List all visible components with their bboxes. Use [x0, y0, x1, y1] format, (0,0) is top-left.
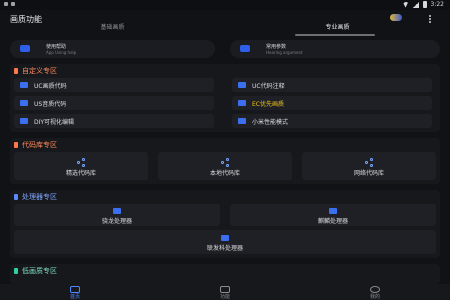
- status-bar: 3:22: [0, 0, 450, 10]
- card-local-library[interactable]: 本地代码库: [158, 152, 292, 180]
- option-label: 小米性能模式: [252, 119, 289, 126]
- option-ec-priority-quality[interactable]: EC优先画质: [232, 96, 432, 110]
- card-label: 骁龙处理器: [101, 218, 132, 225]
- help-button[interactable]: 使用帮助 App Using help: [10, 40, 215, 58]
- option-label: UC代码注释: [252, 83, 285, 90]
- home-icon: [70, 286, 80, 293]
- option-label: EC优先画质: [252, 101, 284, 108]
- tab-bar: 基础画质 专业画质: [0, 23, 450, 36]
- code-icon: [20, 82, 28, 88]
- help-subtitle: App Using help: [46, 50, 77, 55]
- section-marker: [14, 142, 18, 148]
- wifi-icon: [402, 1, 409, 8]
- option-uc-code-notes[interactable]: UC代码注释: [232, 78, 432, 92]
- section-title-text: 自定义专区: [22, 67, 57, 75]
- code-icon: [238, 100, 246, 106]
- notification-icons: [4, 2, 15, 6]
- section-title-text: 代码库专区: [22, 141, 57, 149]
- nav-home[interactable]: 首页: [45, 284, 105, 300]
- section-marker: [14, 68, 18, 74]
- section-marker: [14, 194, 18, 200]
- card-label: 联发科处理器: [206, 245, 243, 252]
- code-icon: [238, 118, 246, 124]
- section-code-library: 代码库专区 精选代码库 本地代码库 网络代码库: [10, 138, 440, 184]
- section-marker: [14, 268, 18, 274]
- card-network-library[interactable]: 网络代码库: [302, 152, 436, 180]
- code-icon: [20, 100, 28, 106]
- help-icon: [20, 45, 30, 52]
- nav-features[interactable]: 功能: [195, 284, 255, 300]
- notification-icon: [11, 2, 15, 6]
- tab-basic-quality[interactable]: 基础画质: [0, 23, 225, 35]
- section-title-text: 处理器专区: [22, 193, 57, 201]
- card-label: 网络代码库: [353, 170, 384, 177]
- features-icon: [220, 286, 230, 293]
- share-icon: [221, 158, 229, 167]
- option-label: US音质代码: [34, 101, 67, 108]
- option-diy-visual-editor[interactable]: DIY可视化编辑: [14, 114, 214, 128]
- profile-icon: [370, 286, 380, 293]
- chip-icon: [221, 235, 229, 241]
- nav-label: 功能: [219, 294, 230, 300]
- code-icon: [238, 82, 246, 88]
- status-indicators: 3:22: [402, 1, 444, 8]
- section-custom: 自定义专区 UC画质代码 UC代码注释 US音质代码 EC优先画质 DIY可视化…: [10, 64, 440, 132]
- signal-icon: [412, 1, 419, 8]
- nav-label: 首页: [69, 294, 80, 300]
- card-mediatek[interactable]: 联发科处理器: [14, 230, 436, 254]
- nav-label: 我的: [369, 294, 380, 300]
- section-title: 代码库专区: [14, 140, 57, 150]
- params-icon: [240, 45, 250, 52]
- battery-icon: [422, 1, 427, 8]
- card-label: 精选代码库: [65, 170, 96, 177]
- option-label: DIY可视化编辑: [34, 119, 75, 126]
- help-title: 使用帮助: [46, 44, 67, 50]
- card-selected-library[interactable]: 精选代码库: [14, 152, 148, 180]
- section-title: 低画质专区: [14, 266, 57, 276]
- params-subtitle: Hearing argument: [266, 50, 303, 55]
- vip-badge-icon[interactable]: [390, 14, 402, 21]
- section-title-text: 低画质专区: [22, 267, 57, 275]
- section-processor: 处理器专区 骁龙处理器 麒麟处理器 联发科处理器: [10, 190, 440, 258]
- chip-icon: [113, 208, 121, 214]
- share-icon: [77, 158, 85, 167]
- card-label: 本地代码库: [209, 170, 240, 177]
- card-snapdragon[interactable]: 骁龙处理器: [14, 204, 220, 226]
- active-tab-indicator: [295, 34, 375, 36]
- params-button[interactable]: 常用参数 Hearing argument: [230, 40, 440, 58]
- section-title: 自定义专区: [14, 66, 57, 76]
- bottom-nav: 首页 功能 我的: [0, 284, 450, 300]
- section-low-quality: 低画质专区: [10, 264, 440, 284]
- chip-icon: [329, 208, 337, 214]
- option-label: UC画质代码: [34, 83, 67, 90]
- option-xiaomi-performance[interactable]: 小米性能模式: [232, 114, 432, 128]
- share-icon: [365, 158, 373, 167]
- option-uc-quality-code[interactable]: UC画质代码: [14, 78, 214, 92]
- card-kirin[interactable]: 麒麟处理器: [230, 204, 436, 226]
- card-label: 麒麟处理器: [317, 218, 348, 225]
- nav-profile[interactable]: 我的: [345, 284, 405, 300]
- code-icon: [20, 118, 28, 124]
- params-title: 常用参数: [266, 44, 287, 50]
- notification-icon: [4, 2, 8, 6]
- option-us-audio-code[interactable]: US音质代码: [14, 96, 214, 110]
- status-time: 3:22: [430, 1, 444, 8]
- section-title: 处理器专区: [14, 192, 57, 202]
